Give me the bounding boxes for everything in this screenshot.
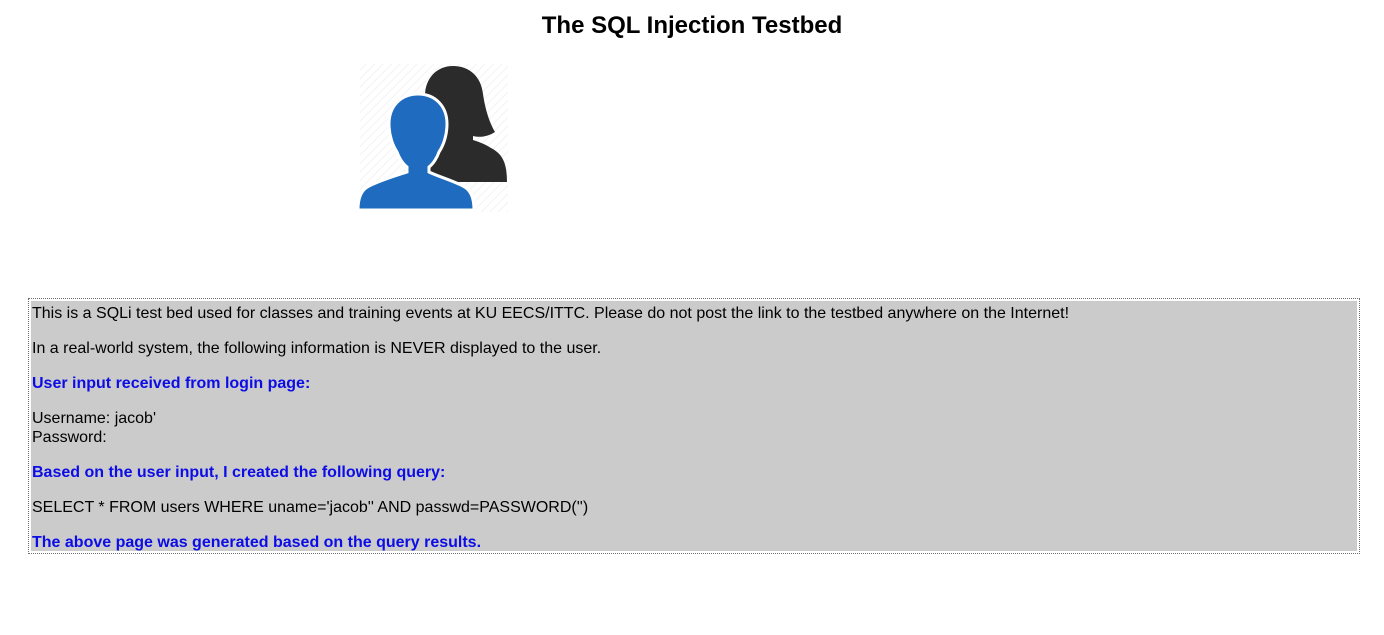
testbed-notice: This is a SQLi test bed used for classes…	[32, 305, 1070, 322]
result-note: The above page was generated based on th…	[32, 534, 482, 551]
realworld-warning: In a real-world system, the following in…	[32, 340, 602, 357]
sqli-info-box: This is a SQLi test bed used for classes…	[28, 298, 1360, 554]
users-icon	[356, 64, 508, 212]
page-title: The SQL Injection Testbed	[541, 12, 843, 39]
user-input-heading: User input received from login page:	[32, 375, 311, 392]
generated-query: SELECT * FROM users WHERE uname='jacob''…	[32, 499, 589, 516]
credentials-block: Username: jacob' Password:	[32, 409, 1355, 447]
username-line: Username: jacob'	[32, 410, 156, 427]
users-image	[356, 64, 509, 214]
query-heading: Based on the user input, I created the f…	[32, 464, 446, 481]
password-line: Password:	[32, 429, 107, 446]
sqli-info-panel: This is a SQLi test bed used for classes…	[31, 301, 1357, 551]
